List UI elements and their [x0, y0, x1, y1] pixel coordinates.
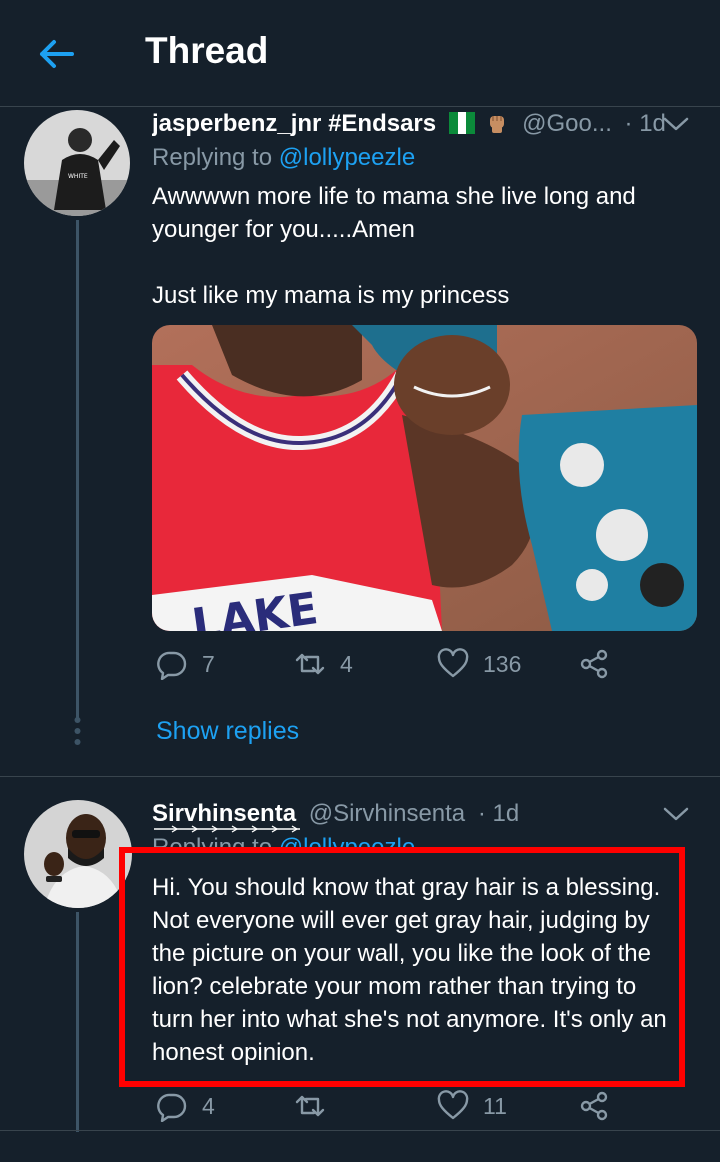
share-icon: [580, 1091, 608, 1121]
name-underline-arrows-icon: [154, 825, 300, 833]
chevron-down-icon[interactable]: [662, 114, 690, 134]
reply-icon: [157, 651, 187, 680]
heart-icon: [437, 1090, 469, 1120]
nigeria-flag-icon: [448, 112, 475, 141]
display-name[interactable]: Sirvhinsenta: [152, 800, 296, 827]
avatar[interactable]: WHITE: [24, 110, 130, 216]
red-highlight-box: [119, 847, 685, 1087]
like-button[interactable]: 136: [437, 648, 521, 680]
thread-line: [76, 220, 79, 720]
tweet-actions: 4 11: [152, 1090, 622, 1130]
timestamp: · 1d: [477, 800, 520, 827]
reply-icon: [157, 1093, 187, 1122]
reply-count: 7: [202, 650, 215, 677]
thread-dots-icon: [74, 717, 81, 745]
tweet-photo[interactable]: LAKE: [152, 325, 697, 631]
share-button[interactable]: [578, 1090, 610, 1122]
divider: [0, 1130, 720, 1131]
like-count: 11: [483, 1092, 507, 1119]
divider: [0, 776, 720, 777]
replying-prefix: Replying to: [152, 144, 273, 171]
back-arrow-icon[interactable]: [36, 34, 76, 74]
handle: @Sirvhinsenta: [308, 800, 466, 827]
tweet-jasperbenz[interactable]: WHITE jasperbenz_jnr #Endsars @Goo... · …: [0, 110, 720, 776]
timestamp: · 1d: [624, 110, 666, 137]
chevron-down-icon[interactable]: [662, 804, 690, 824]
thread-line: [76, 912, 79, 1132]
share-button[interactable]: [578, 648, 610, 680]
like-count: 136: [483, 650, 522, 677]
reply-count: 4: [202, 1092, 215, 1119]
retweet-icon: [295, 1095, 325, 1117]
heart-icon: [437, 648, 469, 678]
reply-button[interactable]: 4: [156, 1090, 215, 1122]
replying-to: Replying to @lollypeezle: [152, 144, 415, 172]
display-name[interactable]: jasperbenz_jnr #Endsars: [152, 110, 436, 137]
retweet-button[interactable]: 4: [294, 648, 353, 680]
tweet-actions: 7 4 136: [152, 648, 622, 688]
tweet-text: Awwwwn more life to mama she live long a…: [152, 183, 636, 309]
share-icon: [580, 649, 608, 679]
svg-text:WHITE: WHITE: [68, 173, 88, 180]
retweet-button[interactable]: [294, 1090, 340, 1122]
raised-fist-icon: [485, 110, 509, 141]
page-title: Thread: [145, 30, 269, 71]
avatar[interactable]: [24, 800, 132, 908]
retweet-icon: [295, 653, 325, 675]
handle: @Goo...: [522, 110, 612, 137]
reply-button[interactable]: 7: [156, 648, 215, 680]
tweet-author-row: jasperbenz_jnr #Endsars @Goo... · 1d: [152, 110, 696, 144]
show-replies-link[interactable]: Show replies: [156, 717, 299, 746]
retweet-count: 4: [340, 650, 353, 677]
thread-header: Thread: [0, 0, 720, 107]
like-button[interactable]: 11: [437, 1090, 507, 1122]
mention-link[interactable]: @lollypeezle: [279, 144, 415, 171]
